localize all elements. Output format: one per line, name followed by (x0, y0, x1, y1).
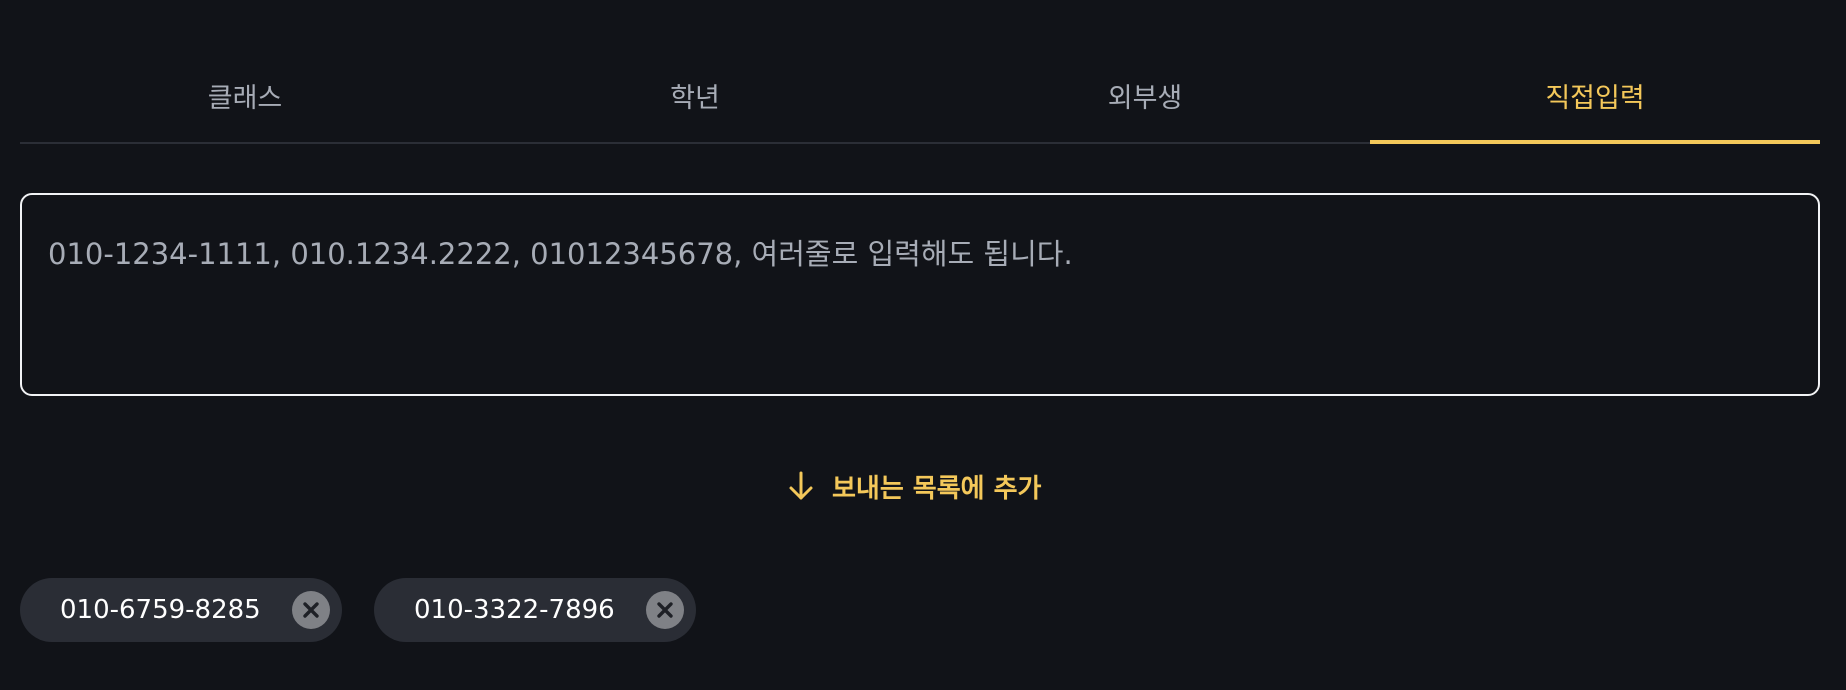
close-circle-icon[interactable] (646, 591, 684, 629)
tab-label: 학년 (670, 83, 720, 114)
tab-external-students[interactable]: 외부생 (920, 52, 1370, 142)
recipient-number: 010-6759-8285 (60, 595, 261, 625)
tab-label: 외부생 (1107, 83, 1183, 114)
tab-class[interactable]: 클래스 (20, 52, 470, 142)
phone-number-input-box (20, 193, 1820, 396)
recipient-chip: 010-6759-8285 (20, 578, 342, 642)
tab-label: 클래스 (207, 83, 283, 114)
add-button-label: 보내는 목록에 추가 (832, 473, 1042, 504)
recipient-tabs: 클래스 학년 외부생 직접입력 (20, 52, 1820, 144)
tab-direct-input[interactable]: 직접입력 (1370, 52, 1820, 144)
arrow-down-icon (786, 468, 816, 504)
tab-grade[interactable]: 학년 (470, 52, 920, 142)
recipient-number: 010-3322-7896 (414, 595, 615, 625)
recipient-input-panel: 클래스 학년 외부생 직접입력 보내는 목록에 추가 010-6759-8285 (0, 0, 1846, 690)
phone-number-input[interactable] (22, 195, 1818, 394)
tab-label: 직접입력 (1545, 83, 1645, 114)
recipient-chip: 010-3322-7896 (374, 578, 696, 642)
close-circle-icon[interactable] (292, 591, 330, 629)
recipient-list: 010-6759-8285 010-3322-7896 (20, 578, 696, 642)
add-to-send-list-button[interactable]: 보내는 목록에 추가 (786, 464, 1041, 508)
